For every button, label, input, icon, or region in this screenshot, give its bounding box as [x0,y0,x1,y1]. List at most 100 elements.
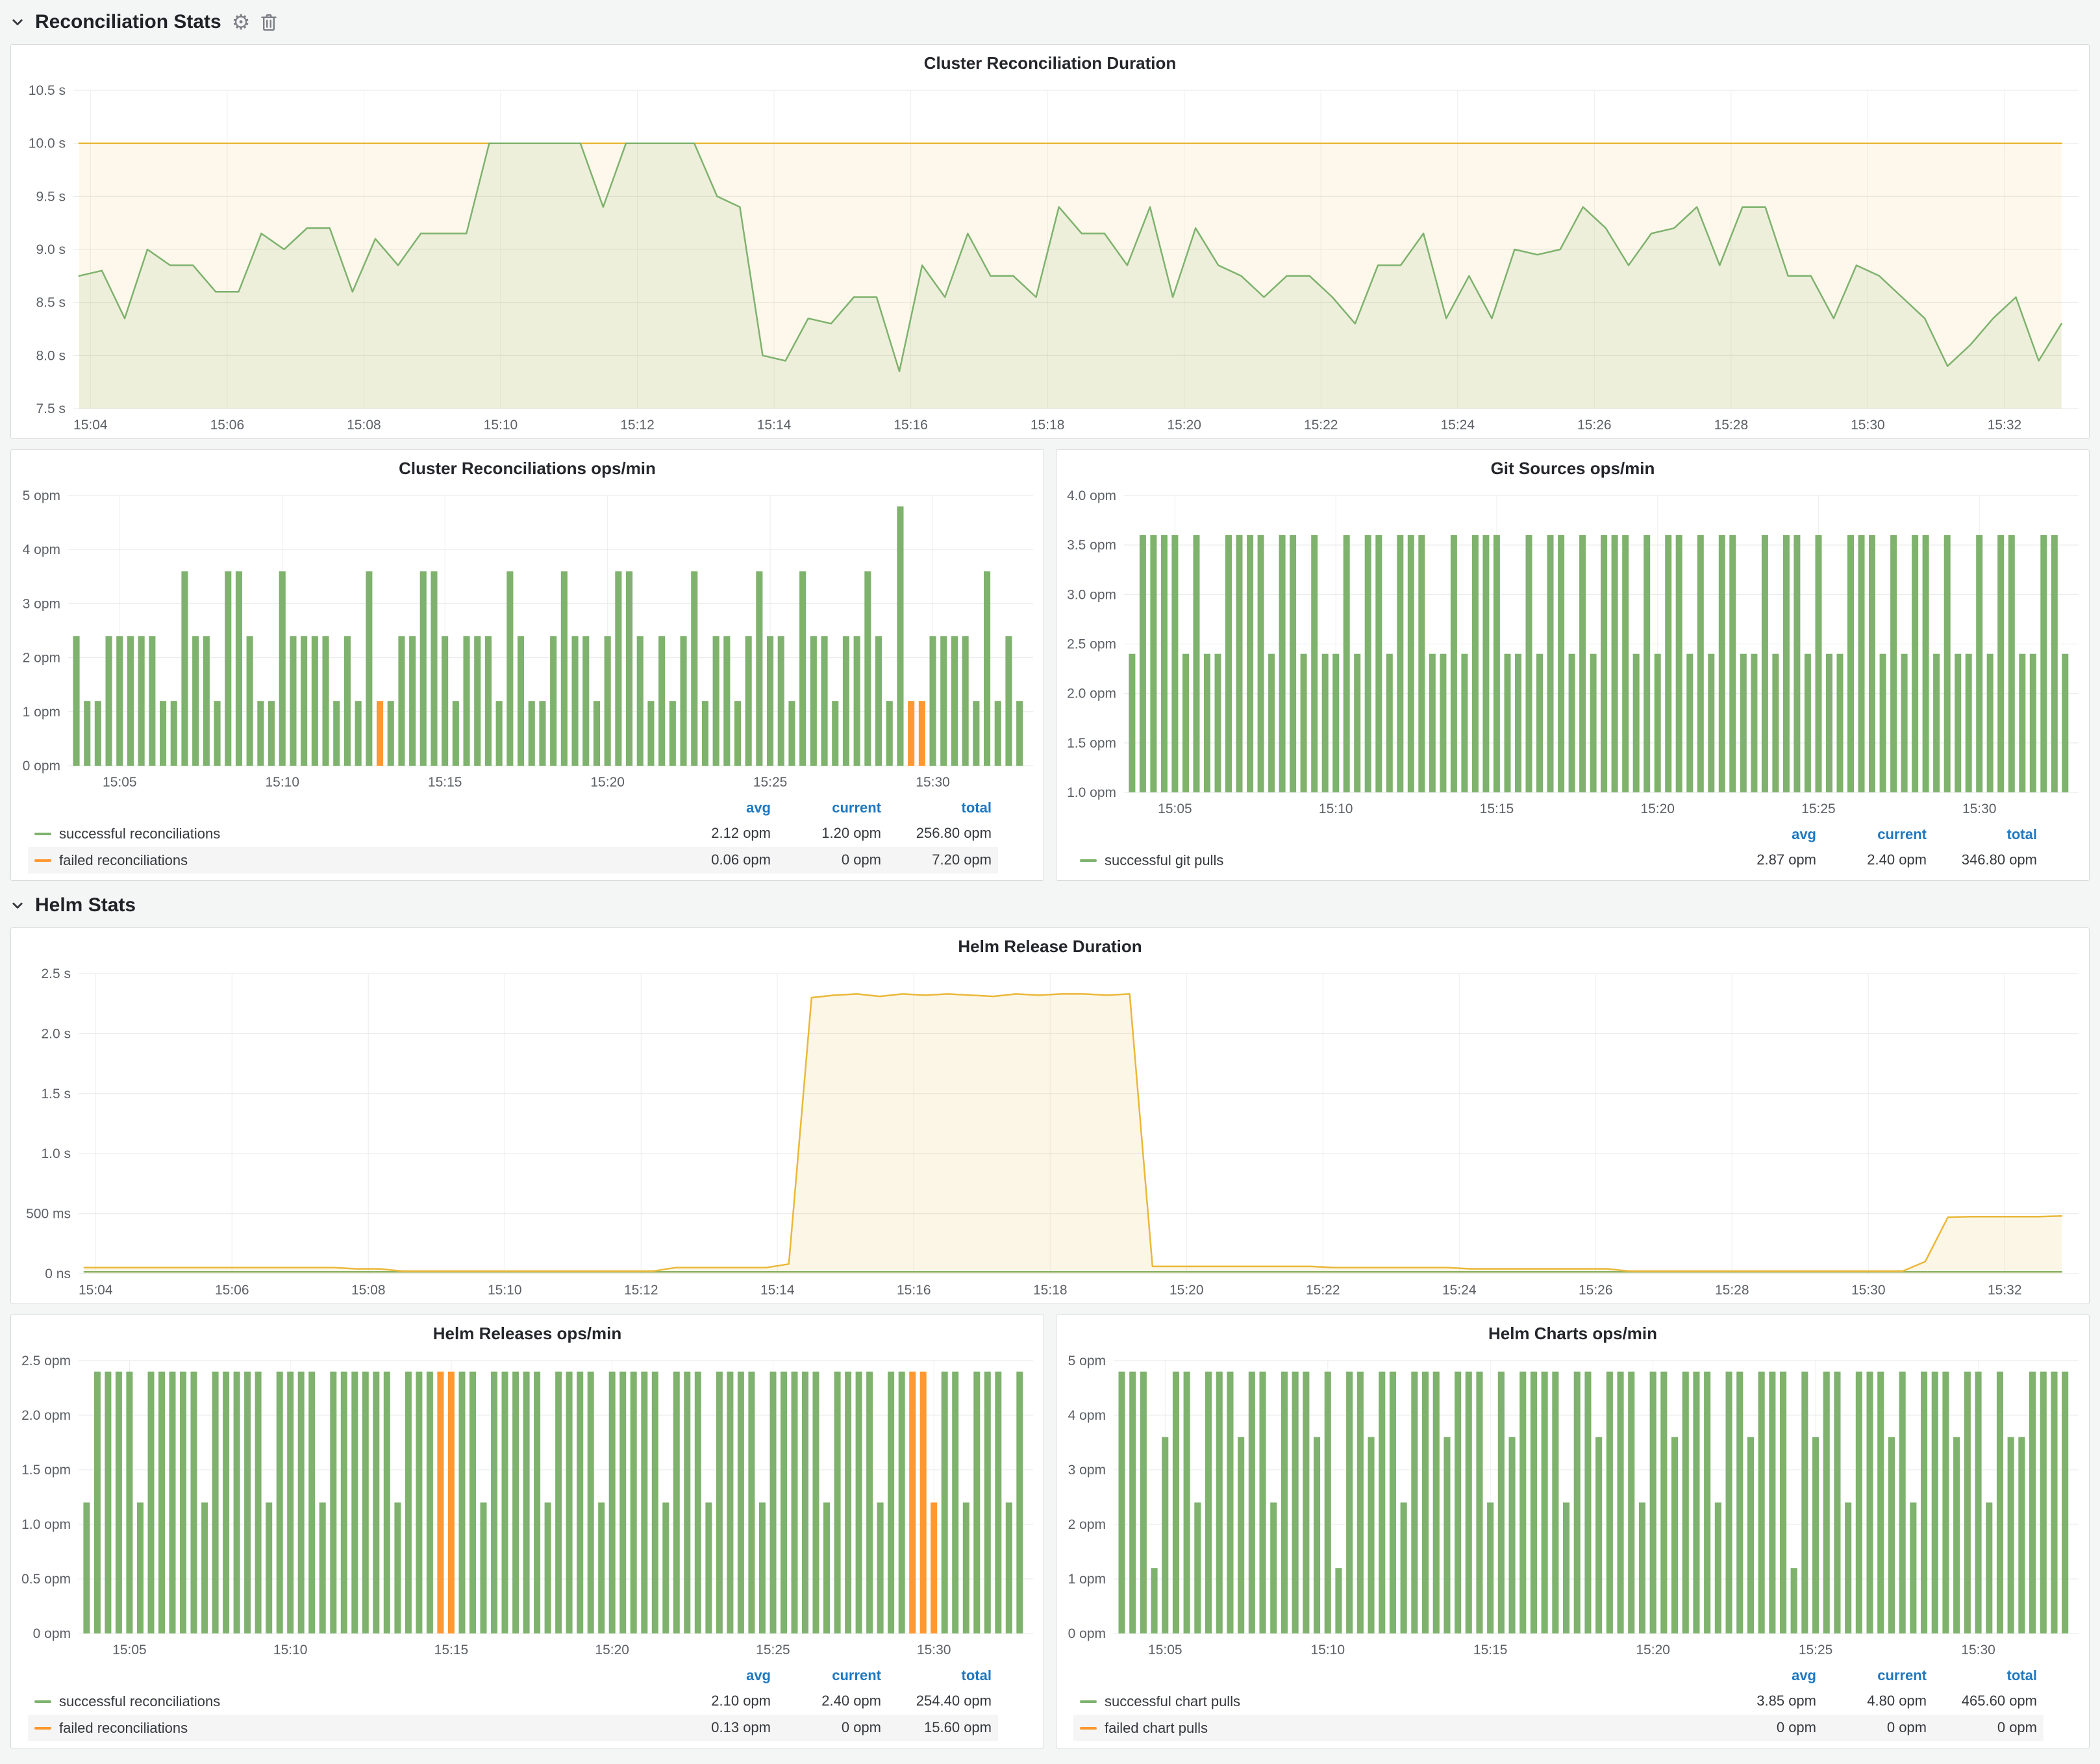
legend-column-current[interactable]: current [777,796,888,820]
svg-text:2.5 s: 2.5 s [41,966,71,981]
series-name[interactable]: successful chart pulls [1105,1693,1240,1709]
svg-text:15:12: 15:12 [624,1283,658,1298]
legend-column-avg[interactable]: avg [667,796,777,820]
legend-helm-releases: avgcurrenttotal successful reconciliation… [11,1663,1044,1748]
svg-text:15:05: 15:05 [1158,801,1192,816]
svg-text:15:25: 15:25 [756,1643,790,1657]
section-title[interactable]: Reconciliation Stats [35,11,221,33]
series-name[interactable]: failed reconciliations [59,1720,188,1736]
legend-stat: 2.40 opm [777,1688,888,1715]
svg-text:15:32: 15:32 [1988,1283,2022,1298]
panel-title[interactable]: Git Sources ops/min [1056,450,2089,486]
legend-column-avg[interactable]: avg [1712,1663,1823,1688]
svg-text:15:28: 15:28 [1714,418,1749,433]
chart-helm-releases-opm[interactable]: 15:0515:1015:1515:2015:2515:300 opm0.5 o… [11,1352,1044,1663]
panel-helm-release-duration: Helm Release Duration 15:0415:0615:0815:… [10,927,2090,1304]
chart-helm-charts-opm[interactable]: 15:0515:1015:1515:2015:2515:300 opm1 opm… [1056,1352,2089,1663]
svg-text:5 opm: 5 opm [1068,1354,1106,1368]
legend-stat: 0 opm [1823,1715,1933,1741]
legend-cluster-reconciliations: avgcurrenttotalsuccessful reconciliation… [11,796,1044,880]
legend-stat: 2.10 opm [667,1688,777,1715]
svg-text:2.0 opm: 2.0 opm [1067,687,1116,701]
section-header-reconciliation-stats[interactable]: Reconciliation Stats ⚙ [10,6,2090,38]
legend-stat: 256.80 opm [888,820,998,847]
legend-column-current[interactable]: current [1823,1663,1933,1688]
svg-text:15:18: 15:18 [1033,1283,1068,1298]
section-header-helm-stats[interactable]: Helm Stats [10,890,2090,921]
svg-text:15:06: 15:06 [215,1283,249,1298]
chart-cluster-reconciliation-duration[interactable]: 15:0415:0615:0815:1015:1215:1415:1615:18… [11,81,2089,438]
svg-text:15:24: 15:24 [1440,418,1475,433]
svg-text:15:14: 15:14 [760,1283,795,1298]
legend-column-current[interactable]: current [1823,822,1933,847]
panel-title[interactable]: Helm Charts ops/min [1056,1315,2089,1352]
panel-cluster-reconciliation-duration: Cluster Reconciliation Duration 15:04 15:… [10,44,2090,439]
svg-text:15:30: 15:30 [1851,1283,1886,1298]
svg-text:1.5 opm: 1.5 opm [1067,736,1116,751]
series-name[interactable]: successful git pulls [1105,852,1223,868]
svg-text:15:26: 15:26 [1579,1283,1613,1298]
svg-text:15:22: 15:22 [1306,1283,1340,1298]
legend-row: successful reconciliations2.12 opm1.20 o… [28,820,998,847]
svg-text:8.5 s: 8.5 s [36,296,66,310]
svg-text:15:10: 15:10 [488,1283,522,1298]
svg-text:10.5 s: 10.5 s [29,83,66,98]
svg-text:2.5 opm: 2.5 opm [1067,637,1116,652]
svg-text:0.5 opm: 0.5 opm [21,1572,71,1587]
svg-text:2 opm: 2 opm [23,651,60,666]
series-name[interactable]: failed chart pulls [1105,1720,1208,1736]
legend-column-total[interactable]: total [888,1663,998,1688]
svg-text:2 opm: 2 opm [1068,1517,1106,1532]
legend-column-avg[interactable]: avg [1712,822,1823,847]
legend-row: failed reconciliations0.13 opm0 opm15.60… [28,1715,998,1741]
svg-text:15:24: 15:24 [1442,1283,1477,1298]
legend-stat: 346.80 opm [1933,847,2044,874]
svg-text:15:30: 15:30 [916,775,950,790]
trash-icon[interactable] [260,12,277,32]
legend-row: successful chart pulls3.85 opm4.80 opm46… [1073,1688,2044,1715]
svg-text:15:04: 15:04 [73,418,108,433]
svg-text:15:08: 15:08 [347,418,381,433]
legend-stat: 0 opm [777,1715,888,1741]
svg-text:1 opm: 1 opm [1068,1572,1106,1587]
svg-text:4 opm: 4 opm [23,542,60,557]
svg-text:0 opm: 0 opm [23,759,60,774]
legend-column-avg[interactable]: avg [667,1663,777,1688]
legend-stat: 0 opm [1933,1715,2044,1741]
chart-git-sources-opm[interactable]: 15:0515:1015:1515:2015:2515:301.0 opm1.5… [1056,486,2089,822]
gear-icon[interactable]: ⚙ [232,12,251,32]
legend-column-current[interactable]: current [777,1663,888,1688]
series-name[interactable]: successful reconciliations [59,1693,220,1709]
svg-text:15:15: 15:15 [1480,801,1514,816]
svg-text:15:20: 15:20 [1167,418,1201,433]
svg-text:15:30: 15:30 [917,1643,951,1657]
legend-column-total[interactable]: total [888,796,998,820]
chart-helm-release-duration[interactable]: 15:0415:0615:0815:1015:1215:1415:1615:18… [11,964,2089,1304]
svg-text:2.0 opm: 2.0 opm [21,1408,71,1423]
svg-text:15:06: 15:06 [210,418,245,433]
svg-text:1 opm: 1 opm [23,705,60,720]
svg-text:15:30: 15:30 [1961,1643,1995,1657]
legend-stat: 15.60 opm [888,1715,998,1741]
svg-text:0 opm: 0 opm [1068,1626,1106,1641]
panel-title[interactable]: Cluster Reconciliation Duration [11,45,2089,81]
legend-helm-charts: avgcurrenttotal successful chart pulls 3.8… [1056,1663,2089,1748]
svg-text:15:20: 15:20 [595,1643,629,1657]
legend-column-total[interactable]: total [1933,1663,2044,1688]
series-name[interactable]: successful reconciliations [59,825,220,842]
chart-cluster-reconciliations-opm[interactable]: 15:0515:1015:1515:2015:2515:300 opm1 opm… [11,486,1044,796]
series-name[interactable]: failed reconciliations [59,852,188,868]
svg-text:15:25: 15:25 [1801,801,1836,816]
legend-stat: 3.85 opm [1712,1688,1823,1715]
svg-text:15:10: 15:10 [265,775,299,790]
section-title[interactable]: Helm Stats [35,894,136,916]
panel-git-sources-opm: Git Sources ops/min 15:0515:1015:1515:20… [1056,449,2090,881]
legend-stat: 2.87 opm [1712,847,1823,874]
panel-title[interactable]: Helm Releases ops/min [11,1315,1044,1352]
panel-title[interactable]: Cluster Reconciliations ops/min [11,450,1044,486]
panel-title[interactable]: Helm Release Duration [11,928,2089,964]
chevron-down-icon [10,898,25,913]
svg-text:3 opm: 3 opm [23,596,60,611]
svg-text:1.5 opm: 1.5 opm [21,1463,71,1478]
legend-column-total[interactable]: total [1933,822,2044,847]
